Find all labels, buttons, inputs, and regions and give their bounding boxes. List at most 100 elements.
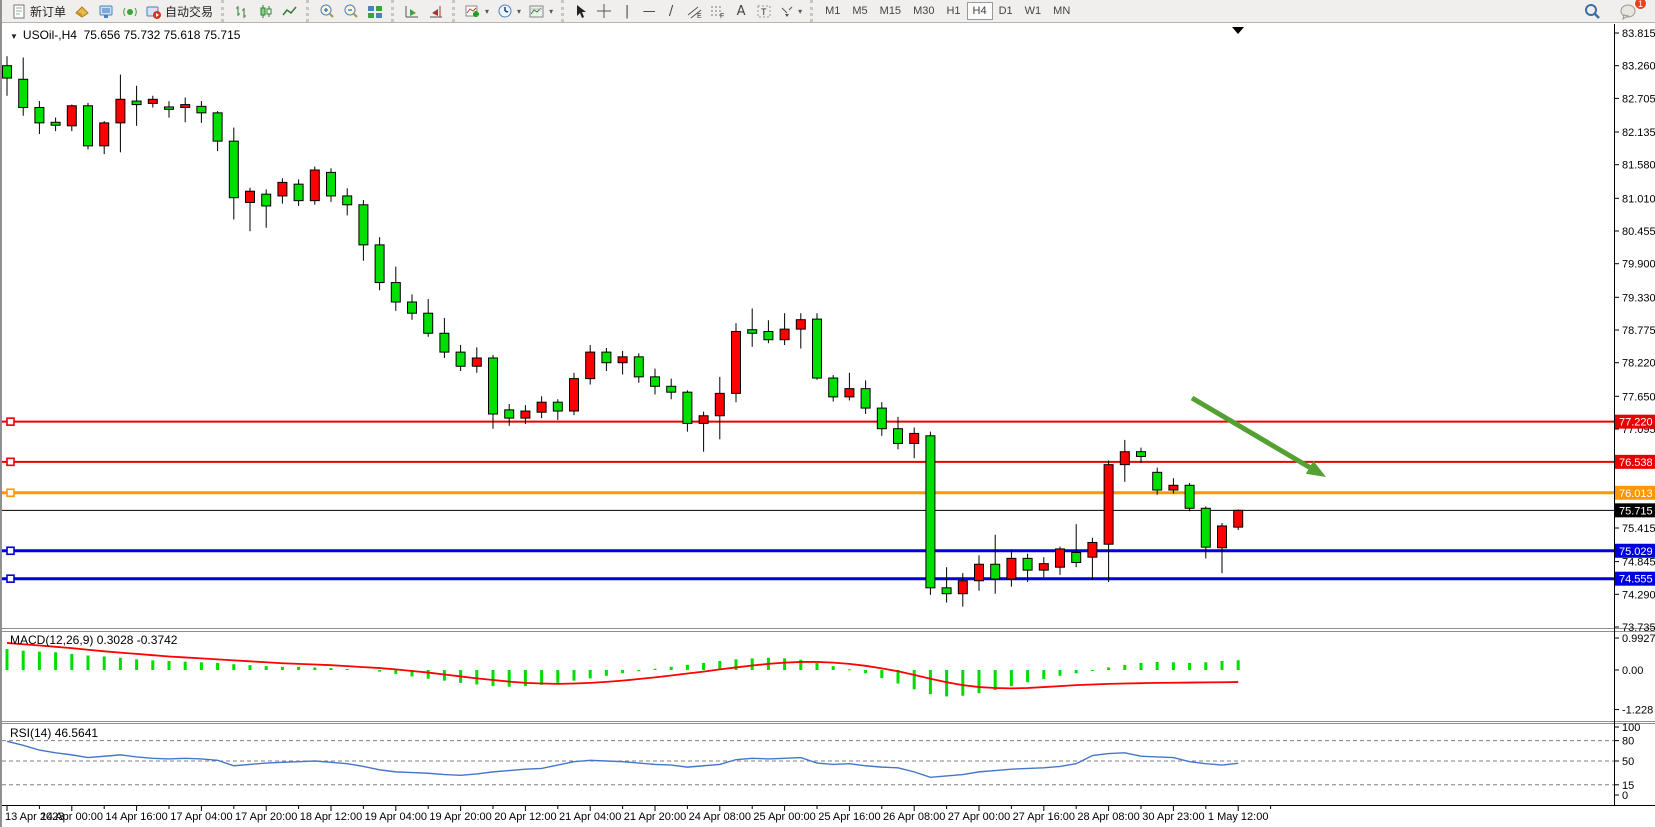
timeframe-m1-button[interactable]: M1 bbox=[819, 2, 846, 20]
macd-histogram-bar bbox=[913, 670, 916, 689]
timeframe-m15-button[interactable]: M15 bbox=[874, 2, 907, 20]
auto-scroll-button[interactable] bbox=[400, 1, 424, 21]
channel-icon: E bbox=[686, 4, 702, 19]
candle bbox=[51, 122, 60, 125]
templates-button[interactable]: ▾ bbox=[525, 1, 557, 21]
bar-chart-type-button[interactable] bbox=[230, 1, 254, 21]
search-button[interactable] bbox=[1580, 1, 1605, 21]
timeframe-w1-button[interactable]: W1 bbox=[1019, 2, 1048, 20]
macd-histogram-bar bbox=[1042, 670, 1045, 679]
timeframe-d1-button[interactable]: D1 bbox=[993, 2, 1019, 20]
trend-arrow-head[interactable] bbox=[1306, 461, 1326, 477]
timeframe-m30-button[interactable]: M30 bbox=[907, 2, 940, 20]
trendline-button[interactable]: / bbox=[660, 1, 682, 21]
line-chart-type-button[interactable] bbox=[278, 1, 302, 21]
autotrading-label: 自动交易 bbox=[165, 3, 213, 20]
candle bbox=[958, 581, 967, 594]
rsi-value: 46.5641 bbox=[55, 726, 98, 740]
macd-histogram-bar bbox=[589, 670, 592, 678]
crosshair-icon bbox=[596, 3, 612, 19]
zoom-out-button[interactable] bbox=[339, 1, 363, 21]
time-axis-label: 25 Apr 16:00 bbox=[818, 811, 880, 823]
candle bbox=[165, 107, 174, 109]
macd-tick-label: 0.00 bbox=[1622, 665, 1643, 677]
candle bbox=[1007, 558, 1016, 579]
candlestick-type-button[interactable] bbox=[254, 1, 278, 21]
macd-histogram-bar bbox=[1059, 670, 1062, 676]
candle bbox=[375, 245, 384, 283]
zoom-in-button[interactable] bbox=[315, 1, 339, 21]
text-label-button[interactable]: T bbox=[752, 1, 776, 21]
price-tick-label: 74.845 bbox=[1622, 557, 1655, 569]
auto-scroll-icon bbox=[404, 4, 420, 19]
vertical-line-icon: | bbox=[625, 4, 629, 19]
vertical-line-button[interactable]: | bbox=[616, 1, 638, 21]
notifications-button[interactable]: 1 bbox=[1615, 1, 1641, 21]
text-button[interactable]: A bbox=[730, 1, 752, 21]
line-handle[interactable] bbox=[7, 489, 14, 496]
candle bbox=[602, 352, 611, 363]
price-line-label: 76.538 bbox=[1619, 457, 1653, 469]
indicators-button[interactable]: ▾ bbox=[461, 1, 493, 21]
candle bbox=[343, 196, 352, 205]
chart-canvas[interactable]: 83.81583.26082.70582.13581.58081.01080.4… bbox=[2, 0, 1655, 827]
macd-histogram-bar bbox=[427, 670, 430, 679]
candle bbox=[424, 313, 433, 333]
candle bbox=[586, 352, 595, 379]
timeframe-h4-button[interactable]: H4 bbox=[967, 2, 993, 20]
horizontal-line-button[interactable]: — bbox=[638, 1, 660, 21]
macd-histogram-bar bbox=[1188, 663, 1191, 670]
crosshair-button[interactable] bbox=[592, 1, 616, 21]
chart-shift-marker[interactable] bbox=[1232, 27, 1244, 34]
candle bbox=[553, 402, 562, 411]
channel-button[interactable]: E bbox=[682, 1, 706, 21]
macd-histogram-bar bbox=[313, 667, 316, 670]
horizontal-line-icon: — bbox=[643, 4, 656, 19]
price-tick-label: 77.650 bbox=[1622, 391, 1655, 403]
templates-dropdown-arrow: ▾ bbox=[549, 7, 553, 16]
chart-shift-button[interactable] bbox=[424, 1, 448, 21]
new-order-button[interactable]: 新订单 bbox=[8, 1, 70, 21]
timeframe-mn-button[interactable]: MN bbox=[1047, 2, 1076, 20]
new-order-label: 新订单 bbox=[30, 3, 66, 20]
trend-arrow-shaft[interactable] bbox=[1192, 398, 1310, 467]
line-handle[interactable] bbox=[7, 547, 14, 554]
candle bbox=[100, 123, 109, 146]
time-axis-label: 18 Apr 12:00 bbox=[300, 811, 362, 823]
templates-icon bbox=[529, 4, 545, 19]
toolbar-group-scroll bbox=[391, 0, 452, 22]
line-handle[interactable] bbox=[7, 575, 14, 582]
terminal-button[interactable] bbox=[94, 1, 118, 21]
macd-name: MACD(12,26,9) bbox=[10, 633, 93, 647]
candle bbox=[1137, 452, 1146, 457]
svg-text:T: T bbox=[761, 7, 767, 17]
macd-histogram-bar bbox=[929, 670, 932, 694]
periods-button[interactable]: ▾ bbox=[493, 1, 525, 21]
zoom-out-icon bbox=[343, 3, 359, 19]
bar-chart-icon bbox=[234, 4, 250, 19]
candle bbox=[1039, 564, 1048, 570]
tile-windows-button[interactable] bbox=[363, 1, 387, 21]
candle bbox=[456, 352, 465, 366]
trendline-icon: / bbox=[669, 4, 673, 19]
candle bbox=[1023, 558, 1032, 570]
clock-icon bbox=[497, 3, 513, 19]
chart-title: ▼USOil-,H4 75.656 75.732 75.618 75.715 bbox=[10, 28, 240, 42]
timeframe-h1-button[interactable]: H1 bbox=[940, 2, 966, 20]
rsi-tick-label: 50 bbox=[1622, 756, 1634, 768]
signals-button[interactable] bbox=[118, 1, 142, 21]
market-watch-button[interactable] bbox=[70, 1, 94, 21]
line-handle[interactable] bbox=[7, 418, 14, 425]
zoom-in-icon bbox=[319, 3, 335, 19]
timeframe-m5-button[interactable]: M5 bbox=[846, 2, 873, 20]
fibonacci-button[interactable]: F bbox=[706, 1, 730, 21]
candle bbox=[19, 79, 28, 107]
rsi-name: RSI(14) bbox=[10, 726, 51, 740]
rsi-tick-label: 100 bbox=[1622, 722, 1640, 734]
autotrading-button[interactable]: 自动交易 bbox=[142, 1, 217, 21]
macd-histogram-bar bbox=[200, 662, 203, 670]
arrows-button[interactable]: ▾ bbox=[776, 1, 806, 21]
line-handle[interactable] bbox=[7, 458, 14, 465]
cursor-button[interactable] bbox=[570, 1, 592, 21]
macd-histogram-bar bbox=[265, 666, 268, 670]
